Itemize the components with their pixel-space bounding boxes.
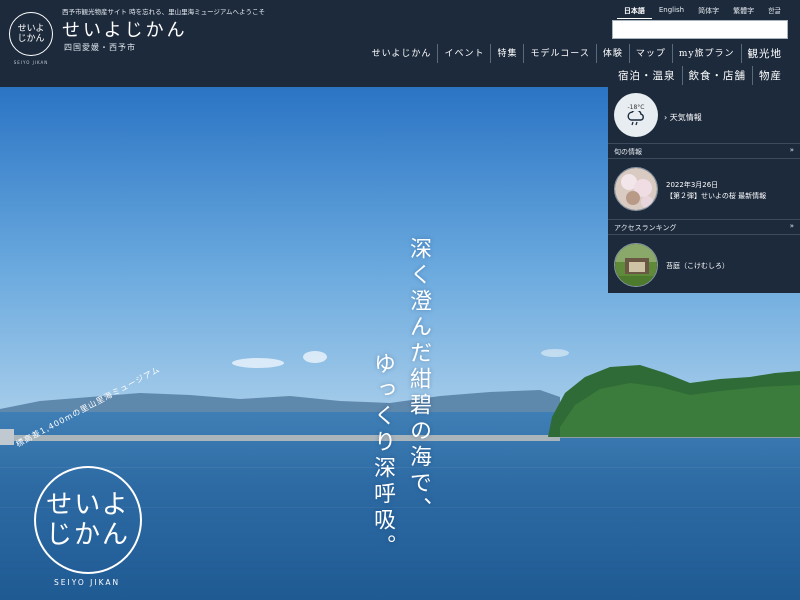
nav-seiyo-jikan[interactable]: せいよじかん — [366, 44, 438, 63]
moss-garden-image — [615, 244, 657, 286]
ranking-title[interactable]: 苔庭（こけむしろ） — [666, 261, 729, 271]
nav-model-course[interactable]: モデルコース — [523, 44, 595, 63]
lang-japanese[interactable]: 日本語 — [616, 4, 652, 19]
lang-simplified-chinese[interactable]: 简体字 — [691, 4, 726, 19]
site-tagline: 西予市観光物産サイト 時を忘れる、里山里海ミュージアムへようこそ — [62, 8, 265, 16]
nav-features[interactable]: 特集 — [490, 44, 523, 63]
nav-experience[interactable]: 体験 — [595, 44, 629, 63]
chevron-down-icon: » — [789, 222, 794, 230]
hero-headline-line-2: ゆっくり深呼吸。 — [370, 352, 395, 560]
logo-line-2: じかん — [17, 34, 45, 44]
nav-events[interactable]: イベント — [437, 44, 490, 63]
weather-temperature: -18°C — [627, 103, 645, 111]
hero-logo-romanized: SEIYO JIKAN — [54, 578, 121, 587]
weather-label-text: 天気情報 — [669, 113, 702, 122]
search-input[interactable] — [612, 20, 788, 39]
nav-products[interactable]: 物産 — [752, 66, 788, 85]
nav-map[interactable]: マップ — [628, 44, 672, 63]
nav-food-shops[interactable]: 飲食・店舗 — [681, 66, 753, 85]
main-nav-row-1: せいよじかん イベント 特集 モデルコース 体験 マップ my旅プラン 観光地 — [366, 44, 788, 63]
info-panel: -18°C › 天気情報 旬の情報 » 2022年3月26日 【第２弾】せいよの… — [608, 87, 800, 293]
news-heading: 旬の情報 — [614, 148, 642, 156]
nav-lodging-onsen[interactable]: 宿泊・温泉 — [612, 66, 682, 85]
weather-widget[interactable]: -18°C — [614, 93, 658, 137]
hero-logo-circle: せいよ じかん — [34, 466, 142, 574]
chevron-down-icon: » — [789, 146, 794, 154]
main-nav-row-2: 宿泊・温泉 飲食・店舗 物産 — [612, 66, 788, 85]
news-section-header[interactable]: 旬の情報 » — [608, 143, 800, 159]
site-brand-name[interactable]: せいよじかん — [62, 16, 188, 42]
ranking-thumbnail[interactable] — [614, 243, 658, 287]
site-region: 四国愛媛・西予市 — [64, 43, 136, 52]
nav-sightseeing[interactable]: 観光地 — [740, 44, 789, 63]
site-logo[interactable]: せいよ じかん — [9, 12, 53, 56]
hero-logo-line-2: じかん — [45, 520, 130, 550]
nav-my-trip-plan[interactable]: my旅プラン — [671, 44, 741, 63]
language-switcher: 日本語 English 简体字 繁體字 한글 — [616, 4, 788, 19]
news-date: 2022年3月26日 — [666, 181, 719, 189]
lang-traditional-chinese[interactable]: 繁體字 — [726, 4, 761, 19]
hero-logo-line-1: せいよ — [46, 490, 130, 520]
site-header: せいよ じかん SEIYO JIKAN 西予市観光物産サイト 時を忘れる、里山里… — [0, 0, 800, 87]
ranking-heading: アクセスランキング — [614, 224, 677, 232]
lang-english[interactable]: English — [652, 4, 691, 19]
logo-line-1: せいよ — [17, 24, 45, 34]
cherry-blossom-image — [615, 168, 657, 210]
cloud-rain-icon — [627, 110, 644, 125]
logo-romanized: SEIYO JIKAN — [13, 60, 49, 65]
hero-headline-line-1: 深く澄んだ紺碧の海で、 — [406, 237, 431, 523]
news-thumbnail[interactable] — [614, 167, 658, 211]
news-title[interactable]: 【第２弾】せいよの桜 最新情報 — [666, 191, 766, 201]
weather-link[interactable]: › 天気情報 — [664, 112, 702, 123]
lang-korean[interactable]: 한글 — [761, 4, 788, 19]
ranking-section-header[interactable]: アクセスランキング » — [608, 219, 800, 235]
